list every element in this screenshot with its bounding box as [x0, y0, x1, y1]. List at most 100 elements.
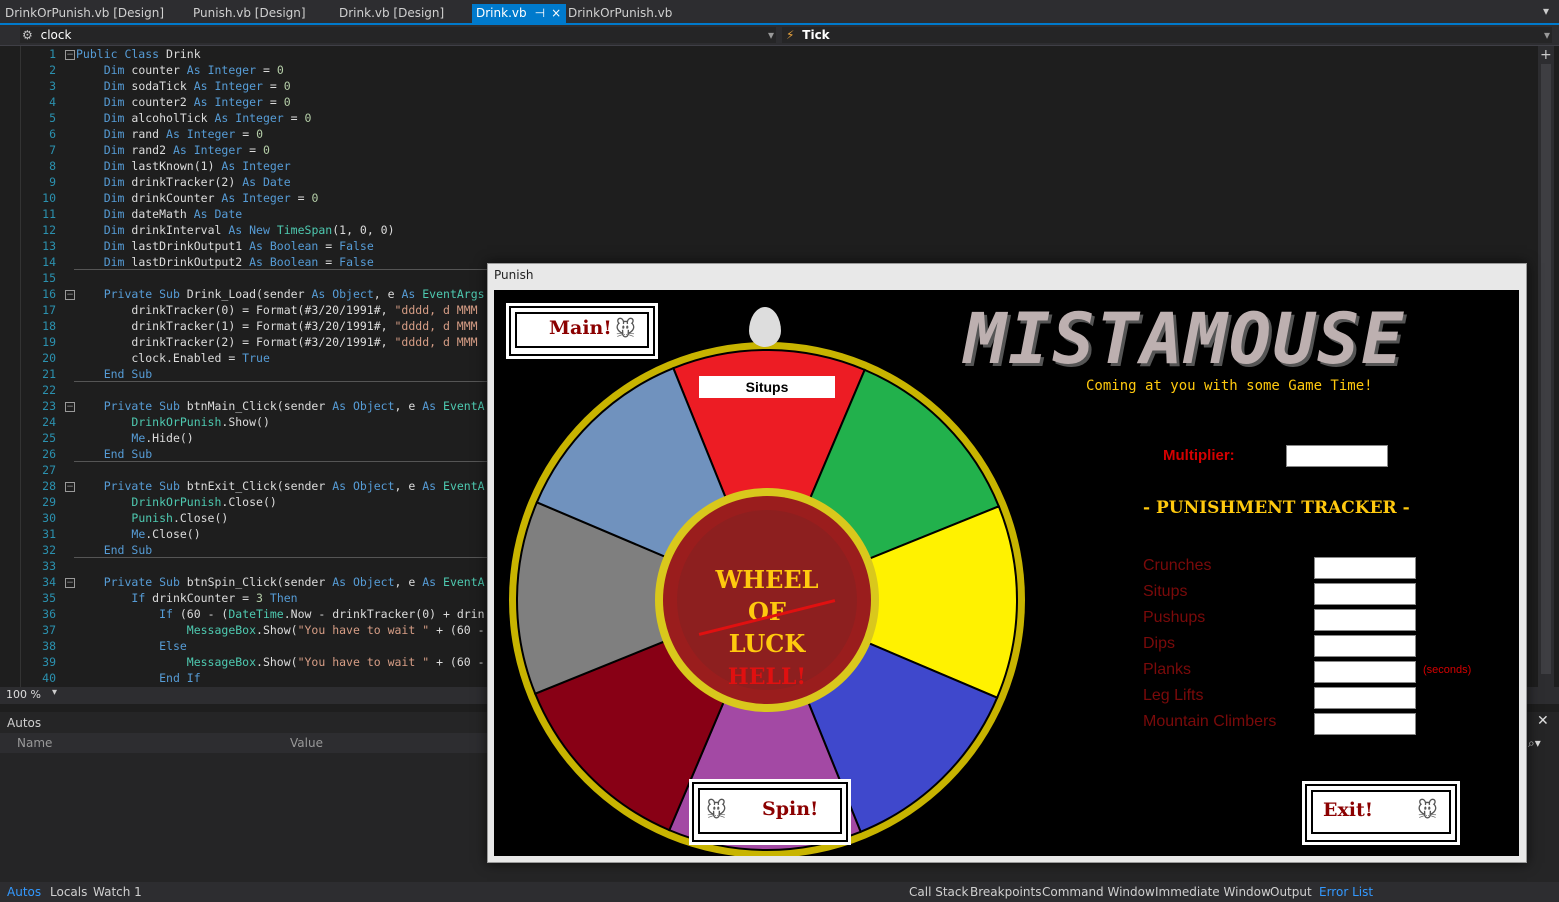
fold-toggle-icon[interactable]: − — [65, 290, 75, 300]
line-number: 14 — [42, 255, 56, 269]
tab-locals[interactable]: Locals — [50, 885, 87, 899]
code-line-28: Private Sub btnExit_Click(sender As Obje… — [103, 479, 485, 493]
pin-icon[interactable]: ⊣ — [535, 6, 545, 20]
method-separator — [74, 461, 487, 462]
code-line-11: Dim dateMath As Date — [103, 207, 243, 221]
spin-button[interactable]: 🐭 Spin! — [692, 782, 848, 842]
tab-watch-1[interactable]: Watch 1 — [93, 885, 142, 899]
code-line-14: Dim lastDrinkOutput2 As Boolean = False — [103, 255, 374, 269]
member-dropdown-right[interactable]: ⚡ Tick ▾ — [782, 27, 1552, 43]
tab-immediate-window[interactable]: Immediate Window — [1155, 885, 1271, 899]
mouse-icon: 🐭 — [615, 317, 636, 341]
tab-output[interactable]: Output — [1270, 885, 1312, 899]
search-icon[interactable]: ⌕▾ — [1528, 736, 1541, 751]
exit-button[interactable]: Exit! 🐭 — [1305, 784, 1457, 842]
lightning-icon: ⚡ — [786, 28, 795, 42]
tab-drink-design[interactable]: Drink.vb [Design] — [339, 4, 444, 24]
fold-toggle-icon[interactable]: − — [65, 402, 75, 412]
tab-error-list[interactable]: Error List — [1319, 885, 1373, 899]
code-line-16: Private Sub Drink_Load(sender As Object,… — [103, 287, 485, 301]
line-number: 24 — [42, 415, 56, 429]
code-line-8: Dim lastKnown(1) As Integer — [103, 159, 291, 173]
code-line-3: Dim sodaTick As Integer = 0 — [103, 79, 291, 93]
wheel-center-title[interactable]: WHEEL OF LUCK — [682, 564, 852, 660]
chevron-down-icon: ▾ — [1543, 28, 1550, 42]
member-dropdown-left[interactable]: ⚙ clock ▾ — [20, 27, 776, 43]
line-number: 4 — [49, 95, 56, 109]
crunches-input[interactable] — [1314, 557, 1416, 579]
line-number: 12 — [42, 223, 56, 237]
wheel-word-wheel: WHEEL — [715, 565, 819, 594]
autos-panel-title: Autos — [7, 716, 42, 730]
mouse-icon: 🐭 — [1417, 798, 1438, 822]
fold-toggle-icon[interactable]: − — [65, 482, 75, 492]
code-line-17: drinkTracker(0) = Format(#3/20/1991#, "d… — [76, 303, 478, 317]
code-line-21: End Sub — [103, 367, 153, 381]
document-tab-bar: DrinkOrPunish.vb [Design] Punish.vb [Des… — [0, 0, 1559, 24]
code-line-25: Me.Hide() — [131, 431, 194, 445]
mouse-icon: 🐭 — [706, 798, 727, 822]
tab-drink-code[interactable]: Drink.vb ⊣ × — [472, 4, 566, 24]
main-button[interactable]: Main! 🐭 — [509, 306, 655, 356]
tab-punish-design[interactable]: Punish.vb [Design] — [193, 4, 306, 24]
code-line-39: MessageBox.Show("You have to wait " + (6… — [186, 655, 485, 669]
line-number: 18 — [42, 319, 56, 333]
line-number: 34 — [42, 575, 56, 589]
exercise-label-mountain-climbers: Mountain Climbers — [1143, 713, 1277, 730]
zoom-level[interactable]: 100 % — [6, 688, 41, 701]
chevron-down-icon[interactable]: ▾ — [52, 687, 57, 698]
member-dropdown-left-label: clock — [40, 28, 72, 42]
code-line-38: Else — [159, 639, 187, 653]
split-editor-icon[interactable]: + — [1540, 47, 1552, 63]
tab-command-window[interactable]: Command Window — [1042, 885, 1155, 899]
column-value-header[interactable]: Value — [290, 736, 323, 750]
wheel-pointer-label: Situps — [699, 376, 835, 398]
line-number: 28 — [42, 479, 56, 493]
chevron-down-icon: ▾ — [767, 28, 774, 42]
editor-gutter — [20, 46, 21, 687]
dips-input[interactable] — [1314, 635, 1416, 657]
close-icon[interactable]: × — [551, 6, 561, 20]
fold-toggle-icon[interactable]: − — [65, 578, 75, 588]
close-icon[interactable]: ✕ — [1537, 713, 1549, 729]
fold-toggle-icon[interactable]: − — [65, 50, 75, 60]
line-number: 21 — [42, 367, 56, 381]
tab-autos[interactable]: Autos — [7, 885, 41, 899]
code-line-12: Dim drinkInterval As New TimeSpan(1, 0, … — [103, 223, 395, 237]
code-line-20: clock.Enabled = True — [76, 351, 270, 365]
tab-drinkorpunish-code[interactable]: DrinkOrPunish.vb — [568, 4, 672, 24]
code-line-13: Dim lastDrinkOutput1 As Boolean = False — [103, 239, 374, 253]
multiplier-label: Multiplier: — [1163, 447, 1235, 464]
multiplier-input[interactable] — [1286, 445, 1388, 467]
line-number: 39 — [42, 655, 56, 669]
code-line-2: Dim counter As Integer = 0 — [103, 63, 284, 77]
tab-overflow-icon[interactable]: ▾ — [1543, 4, 1549, 18]
punishment-tracker-title: - PUNISHMENT TRACKER - — [1143, 498, 1410, 518]
exercise-label-planks: Planks — [1143, 661, 1192, 678]
planks-input[interactable] — [1314, 661, 1416, 683]
code-line-1: Public Class Drink — [76, 47, 201, 61]
line-number: 20 — [42, 351, 56, 365]
column-name-header[interactable]: Name — [17, 736, 52, 750]
tagline: Coming at you with some Game Time! — [1086, 378, 1373, 394]
exercise-label-dips: Dips — [1143, 635, 1176, 652]
tab-drinkorpunish-design[interactable]: DrinkOrPunish.vb [Design] — [5, 4, 164, 24]
line-number: 16 — [42, 287, 56, 301]
code-line-24: DrinkOrPunish.Show() — [131, 415, 270, 429]
line-number: 40 — [42, 671, 56, 685]
code-line-30: Punish.Close() — [131, 511, 229, 525]
mistamouse-logo: MISTAMOUSE — [964, 298, 1406, 380]
spin-button-label: Spin! — [762, 798, 819, 820]
situps-input[interactable] — [1314, 583, 1416, 605]
leg-lifts-input[interactable] — [1314, 687, 1416, 709]
tab-call-stack[interactable]: Call Stack — [909, 885, 968, 899]
tab-breakpoints[interactable]: Breakpoints — [970, 885, 1041, 899]
pushups-input[interactable] — [1314, 609, 1416, 631]
line-number: 2 — [49, 63, 56, 77]
code-line-6: Dim rand As Integer = 0 — [103, 127, 263, 141]
code-line-4: Dim counter2 As Integer = 0 — [103, 95, 291, 109]
mountain-climbers-input[interactable] — [1314, 713, 1416, 735]
code-line-29: DrinkOrPunish.Close() — [131, 495, 277, 509]
line-number: 36 — [42, 607, 56, 621]
scrollbar-thumb[interactable] — [1541, 64, 1551, 674]
